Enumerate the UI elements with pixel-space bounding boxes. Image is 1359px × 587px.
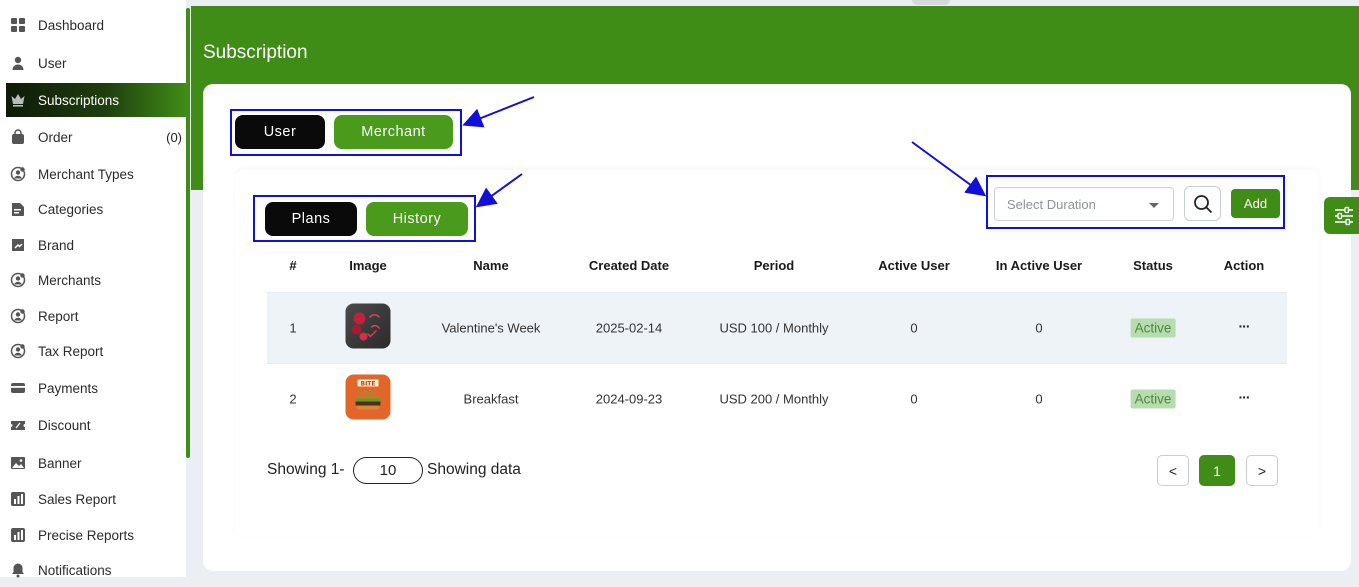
row-action-menu[interactable]: ··· [1239,318,1251,334]
column-header-inactive-user: In Active User [995,258,1083,273]
report-user-icon [10,343,26,359]
row-index: 2 [289,391,297,407]
tab-history[interactable]: History [366,202,468,236]
plan-period: USD 100 / Monthly [719,320,829,336]
user-icon [10,55,26,71]
dashboard-grid-icon [10,17,26,33]
status-badge: Active [1130,318,1176,338]
sidebar-item-label: Dashboard [38,17,105,33]
plan-period: USD 200 / Monthly [719,391,829,407]
valentine-thumbnail [345,303,391,349]
sidebar-item-categories[interactable]: Categories [6,192,186,226]
sidebar-item-label: Sales Report [38,491,117,507]
sidebar-item-subscriptions[interactable]: Subscriptions [6,83,186,117]
sidebar-item-banner[interactable]: Banner [6,446,186,480]
merchant-user-icon [10,166,26,182]
pagination-next-button[interactable]: > [1246,455,1278,486]
sidebar-item-label: Subscriptions [38,92,120,108]
pagination-page-button[interactable]: 1 [1199,455,1235,486]
sidebar-item-payments[interactable]: Payments [6,371,186,405]
sidebar: Dashboard User Subscriptions Order (0) M… [0,0,186,578]
column-header-action: Action [1223,258,1265,273]
bag-icon [10,129,26,145]
inactive-user-count: 0 [1035,320,1043,336]
sidebar-item-notifications[interactable]: Notifications [6,553,186,587]
column-header-period: Period [753,258,795,273]
tab-user[interactable]: User [235,115,325,149]
sliders-icon [1335,206,1353,225]
column-header-status: Status [1133,258,1173,273]
row-action-menu[interactable]: ··· [1239,389,1251,405]
sidebar-item-merchant-types[interactable]: Merchant Types [6,157,186,191]
sidebar-item-tax-report[interactable]: Tax Report [6,334,186,368]
sidebar-item-label: User [38,55,67,71]
status-badge: Active [1130,389,1176,409]
sidebar-item-precise-reports[interactable]: Precise Reports [6,518,186,552]
sidebar-item-label: Report [38,308,79,324]
order-count-badge: (0) [166,129,182,145]
sidebar-scrollbar[interactable] [186,8,190,458]
created-date: 2024-09-23 [595,391,663,407]
merchant-user-icon [10,272,26,288]
per-page-selector[interactable]: 10 [353,457,423,484]
report-user-icon [10,308,26,324]
sidebar-item-label: Order [38,129,73,145]
sidebar-item-label: Merchant Types [38,166,134,182]
filter-settings-button[interactable] [1324,197,1359,234]
bell-icon [10,562,26,578]
add-plan-button[interactable]: Add [1231,189,1280,218]
chart-icon [10,527,26,543]
sidebar-item-order[interactable]: Order (0) [6,120,186,154]
created-date: 2025-02-14 [595,320,663,336]
plan-name: Valentine's Week [441,320,541,336]
ticket-icon [10,417,26,433]
card-icon [10,380,26,396]
showing-suffix: Showing data [427,461,521,478]
categories-icon [10,201,26,217]
caret-down-icon [1149,203,1159,208]
column-header-created-date: Created Date [588,258,670,273]
image-icon [10,455,26,471]
sidebar-item-dashboard[interactable]: Dashboard [6,8,186,42]
search-button[interactable] [1184,186,1221,221]
sidebar-item-merchants[interactable]: Merchants [6,263,186,297]
tab-plans[interactable]: Plans [265,202,357,236]
sidebar-item-user[interactable]: User [6,46,186,80]
column-header-index: # [289,258,297,273]
row-index: 1 [289,320,297,336]
sidebar-item-label: Discount [38,417,91,433]
column-header-active-user: Active User [878,258,950,273]
active-user-count: 0 [910,320,918,336]
sidebar-item-label: Brand [38,237,75,253]
active-user-count: 0 [910,391,918,407]
svg-text:BITE: BITE [361,381,376,388]
duration-select[interactable]: Select Duration [994,187,1174,221]
page-title: Subscription [203,42,308,63]
chart-icon [10,491,26,507]
pagination-prev-button[interactable]: < [1157,455,1189,486]
sidebar-item-sales-report[interactable]: Sales Report [6,482,186,516]
plan-name: Breakfast [463,391,519,407]
sidebar-item-brand[interactable]: Brand [6,228,186,262]
showing-prefix: Showing 1- [267,461,345,478]
tab-merchant[interactable]: Merchant [334,115,453,149]
sidebar-item-label: Precise Reports [38,527,135,543]
tag-icon [10,237,26,253]
duration-placeholder: Select Duration [1007,196,1096,212]
inactive-user-count: 0 [1035,391,1043,407]
column-header-name: Name [473,258,509,273]
sidebar-item-label: Payments [38,380,99,396]
sidebar-item-label: Notifications [38,562,112,578]
column-header-image: Image [349,258,387,273]
sidebar-item-label: Banner [38,455,82,471]
sidebar-item-label: Tax Report [38,343,104,359]
sidebar-item-label: Merchants [38,272,102,288]
crown-icon [10,92,26,108]
sidebar-item-report[interactable]: Report [6,299,186,333]
sidebar-item-label: Categories [38,201,104,217]
top-notch [912,0,950,5]
burger-thumbnail: BITE [345,374,391,420]
sidebar-item-discount[interactable]: Discount [6,408,186,442]
search-icon [1193,194,1212,213]
